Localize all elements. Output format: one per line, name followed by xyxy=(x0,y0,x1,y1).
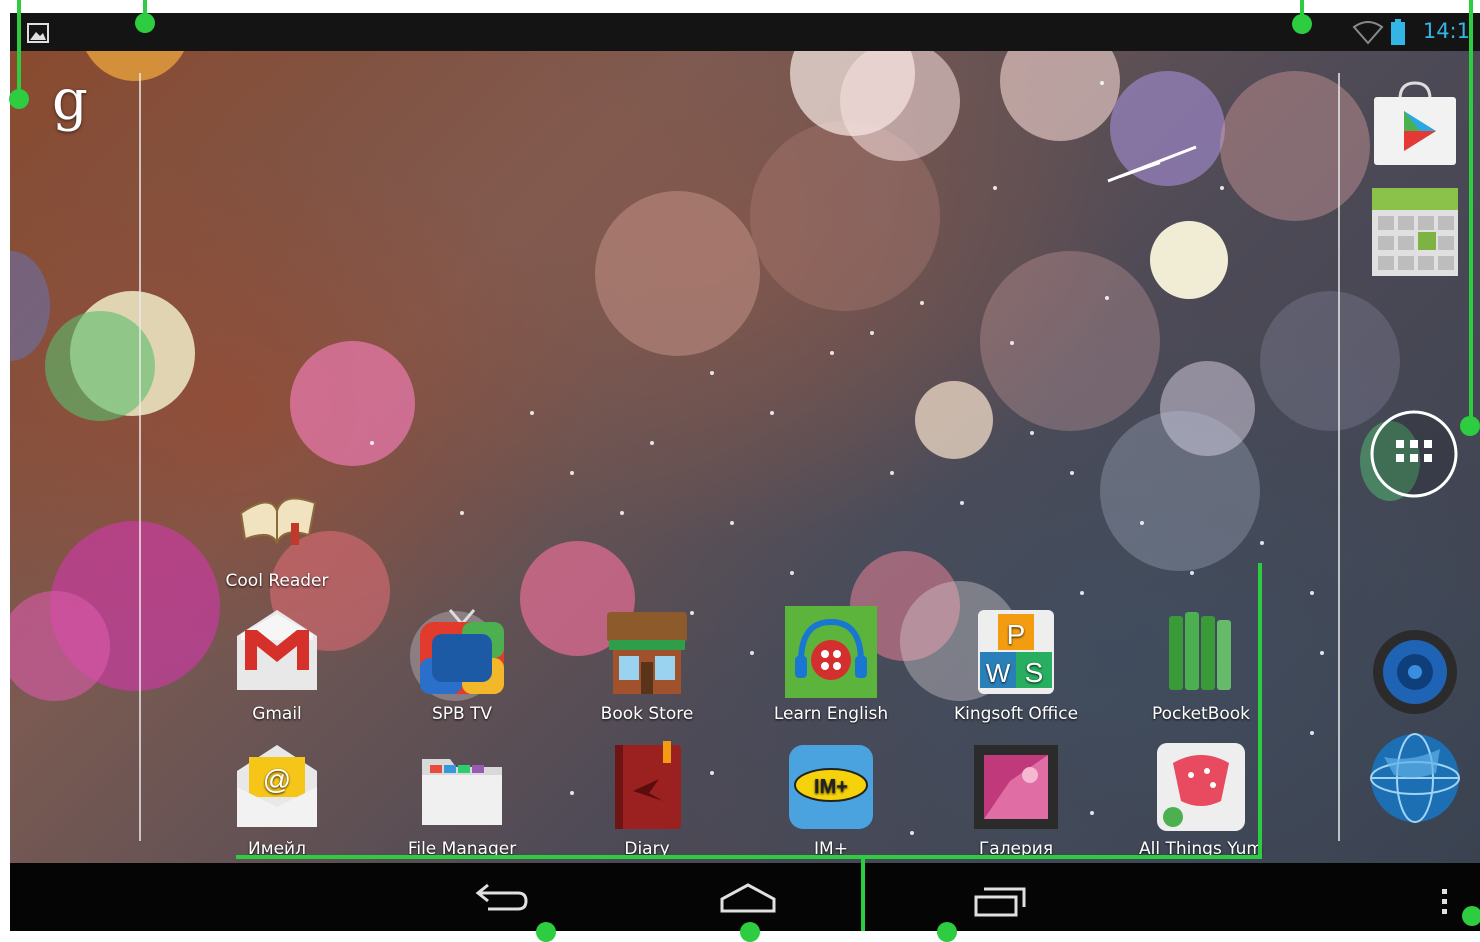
im-plus-icon: IM+ xyxy=(785,741,877,833)
app-spb-tv[interactable]: SPB TV xyxy=(387,606,537,724)
home-icon xyxy=(720,883,776,913)
annotation-dot-status-right xyxy=(1292,14,1312,34)
google-g-icon: g xyxy=(52,68,88,133)
calendar-icon xyxy=(1372,188,1458,276)
file-manager-icon xyxy=(416,741,508,833)
svg-text:@: @ xyxy=(263,764,291,795)
recent-apps-button[interactable] xyxy=(970,885,1030,921)
dock-browser[interactable] xyxy=(1370,733,1460,823)
annotation-line-dock xyxy=(1469,0,1473,426)
clock-hands-icon xyxy=(1107,145,1197,183)
app-book-store[interactable]: Book Store xyxy=(572,606,722,724)
annotation-dot-menu xyxy=(1462,906,1480,926)
all-things-yum-icon xyxy=(1155,741,1247,833)
navigation-bar xyxy=(10,863,1480,931)
annotation-dot-back xyxy=(536,922,556,942)
annotation-bracket-right xyxy=(1258,563,1262,857)
google-search-button[interactable]: g xyxy=(52,73,96,139)
back-icon xyxy=(475,883,528,911)
app-gmail[interactable]: Gmail xyxy=(202,606,352,724)
annotation-dot-all-apps xyxy=(1460,416,1480,436)
svg-text:S: S xyxy=(1025,657,1044,688)
spb-tv-icon xyxy=(416,606,508,698)
app-im-plus[interactable]: IM+ IM+ xyxy=(756,741,906,859)
diary-icon xyxy=(601,741,693,833)
app-learn-english[interactable]: Learn English xyxy=(756,606,906,724)
analog-clock-widget[interactable] xyxy=(1100,143,1200,183)
annotation-dot-home xyxy=(740,922,760,942)
dock-play-store[interactable] xyxy=(1370,79,1460,169)
pocketbook-icon xyxy=(1155,606,1247,698)
play-store-icon xyxy=(1374,81,1456,165)
app-file-manager[interactable]: File Manager xyxy=(387,741,537,859)
status-clock: 14:1 xyxy=(1422,19,1470,43)
dock-calendar[interactable] xyxy=(1370,188,1460,278)
app-diary[interactable]: Diary xyxy=(572,741,722,859)
menu-overflow-icon xyxy=(1442,889,1447,914)
gallery-icon xyxy=(970,741,1062,833)
svg-text:IM+: IM+ xyxy=(814,776,848,798)
left-page-divider xyxy=(139,73,141,841)
svg-text:P: P xyxy=(1007,619,1026,650)
annotation-bracket-bottom xyxy=(236,855,1262,859)
kingsoft-office-icon: P W S xyxy=(970,606,1062,698)
annotation-dot-status-left xyxy=(135,13,155,33)
app-kingsoft-office[interactable]: P W S Kingsoft Office xyxy=(941,606,1091,724)
annotation-dot-google xyxy=(9,89,29,109)
app-all-things-yum[interactable]: All Things Yum xyxy=(1126,741,1276,859)
annotation-dot-recents xyxy=(937,922,957,942)
annotation-line-nav xyxy=(861,857,865,931)
battery-icon xyxy=(1391,19,1405,45)
music-speaker-icon xyxy=(1373,630,1457,714)
annotation-line-left xyxy=(17,0,21,100)
gallery-notification-icon xyxy=(27,23,49,43)
email-icon: @ xyxy=(231,741,323,833)
back-button[interactable] xyxy=(468,879,532,919)
status-bar: 14:1 xyxy=(10,13,1480,51)
cool-reader-icon xyxy=(231,473,323,565)
home-button[interactable] xyxy=(718,881,778,921)
browser-globe-icon xyxy=(1370,733,1460,823)
menu-overflow-button[interactable] xyxy=(1436,887,1452,919)
svg-text:W: W xyxy=(986,658,1011,688)
app-cool-reader[interactable]: Cool Reader xyxy=(202,473,352,591)
learn-english-icon xyxy=(785,606,877,698)
book-store-icon xyxy=(601,606,693,698)
wifi-icon xyxy=(1352,21,1384,45)
app-gallery[interactable]: Галерия xyxy=(941,741,1091,859)
gmail-icon xyxy=(231,606,323,698)
right-page-divider xyxy=(1338,73,1340,841)
app-email[interactable]: @ Имейл xyxy=(202,741,352,859)
all-apps-icon xyxy=(1370,410,1458,498)
app-pocketbook[interactable]: PocketBook xyxy=(1126,606,1276,724)
recent-apps-icon xyxy=(974,887,1026,917)
all-apps-button[interactable] xyxy=(1369,409,1459,499)
dock-music[interactable] xyxy=(1372,629,1458,715)
